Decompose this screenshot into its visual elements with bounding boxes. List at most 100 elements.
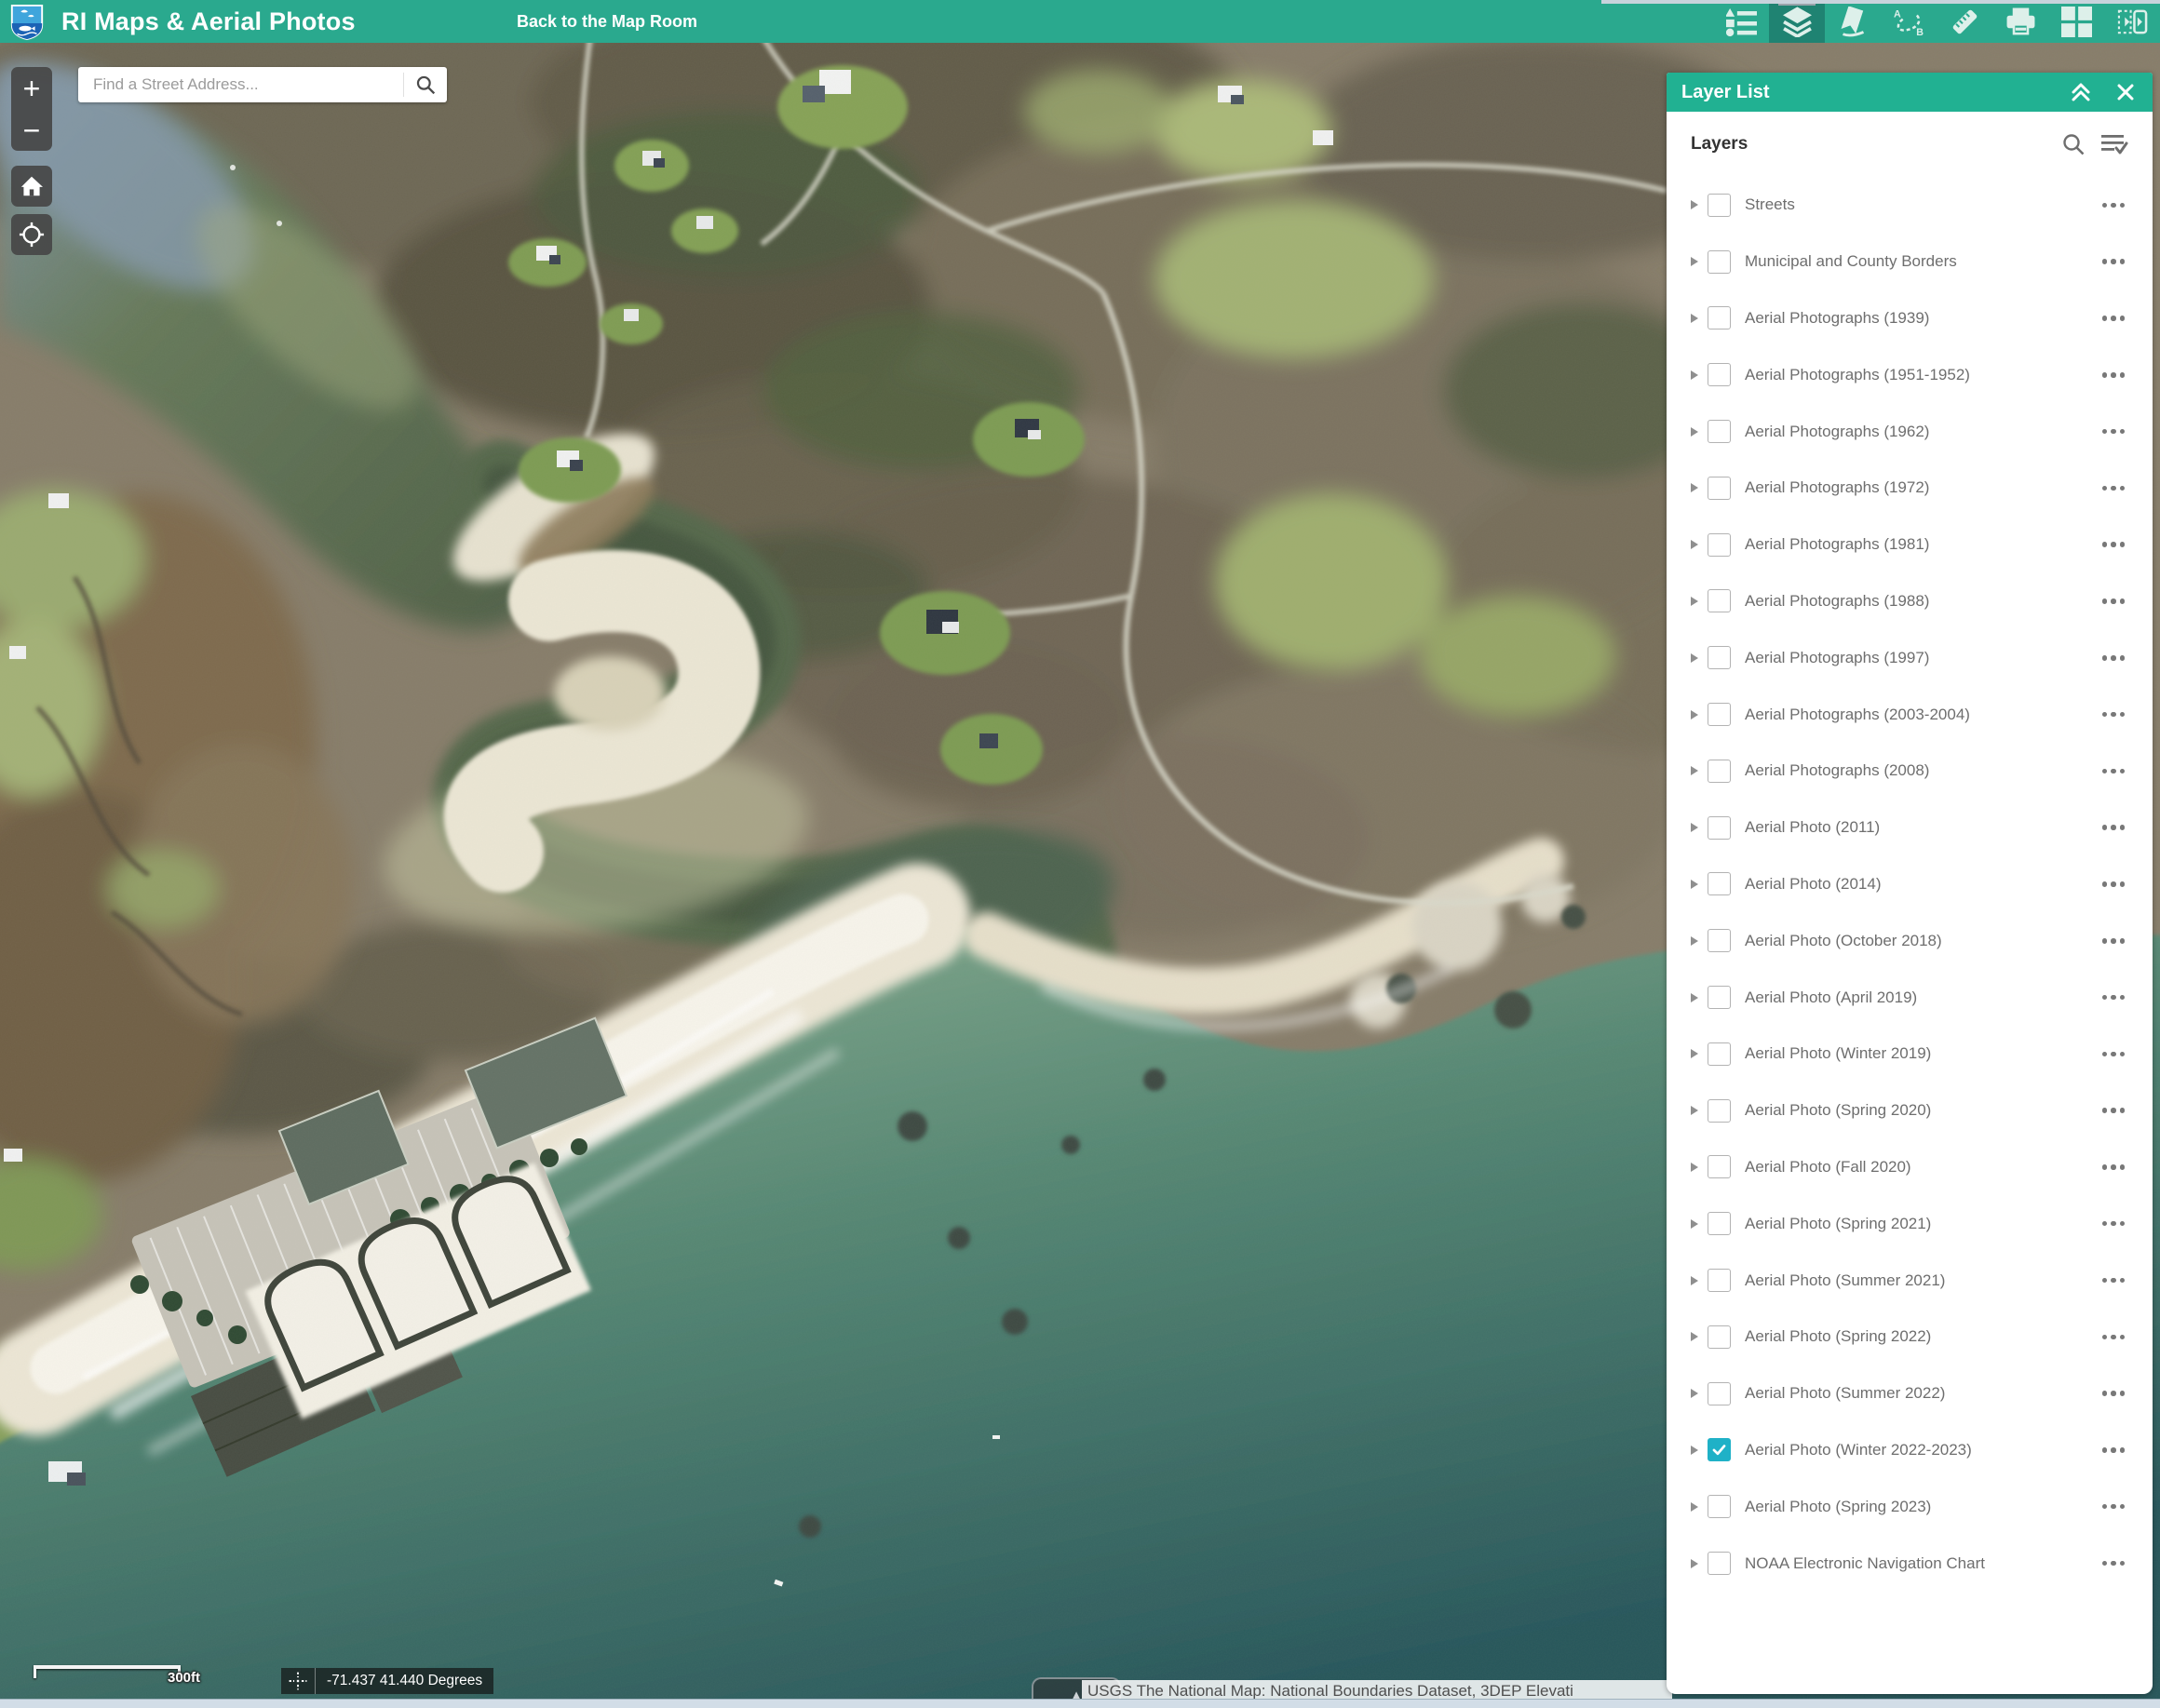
layer-options-button[interactable]: [2101, 316, 2125, 321]
search-input[interactable]: [91, 74, 403, 95]
expand-arrow-icon[interactable]: [1691, 823, 1698, 833]
expand-arrow-icon[interactable]: [1691, 426, 1698, 437]
swipe-tool-button[interactable]: [2104, 0, 2160, 43]
back-to-map-room-link[interactable]: Back to the Map Room: [517, 12, 697, 32]
layer-options-button[interactable]: [2101, 994, 2125, 1001]
layer-checkbox[interactable]: [1708, 1495, 1731, 1519]
layer-options-button[interactable]: [2101, 1560, 2125, 1567]
print-tool-button[interactable]: [1992, 0, 2048, 43]
basemap-gallery-tool-button[interactable]: [2048, 0, 2104, 43]
layer-label: Aerial Photo (Winter 2022-2023): [1745, 1440, 1972, 1459]
measure-tool-button[interactable]: [1937, 0, 1992, 43]
layer-checkbox[interactable]: [1708, 306, 1731, 330]
expand-arrow-icon[interactable]: [1691, 1162, 1698, 1172]
layer-checkbox[interactable]: [1708, 1155, 1731, 1179]
expand-arrow-icon[interactable]: [1691, 1275, 1698, 1285]
layer-checkbox[interactable]: [1708, 476, 1731, 500]
layer-options-button[interactable]: [2101, 202, 2125, 208]
layer-checkbox[interactable]: [1708, 1212, 1731, 1236]
close-panel-button[interactable]: [2113, 80, 2138, 104]
expand-arrow-icon[interactable]: [1691, 879, 1698, 889]
layer-options-button[interactable]: [2101, 1220, 2125, 1227]
zoom-in-button[interactable]: +: [11, 67, 52, 109]
draw-tool-button[interactable]: A B: [1881, 0, 1937, 43]
layer-checkbox[interactable]: [1708, 532, 1731, 557]
zoom-out-button[interactable]: −: [11, 109, 52, 151]
layer-checkbox[interactable]: [1708, 1042, 1731, 1066]
expand-arrow-icon[interactable]: [1691, 992, 1698, 1002]
expand-arrow-icon[interactable]: [1691, 200, 1698, 210]
expand-arrow-icon[interactable]: [1691, 596, 1698, 606]
expand-arrow-icon[interactable]: [1691, 1389, 1698, 1399]
layer-filter-button[interactable]: [2100, 130, 2128, 158]
layer-checkbox[interactable]: [1708, 1269, 1731, 1293]
layer-item: Aerial Photo (Winter 2019): [1667, 1026, 2153, 1083]
expand-arrow-icon[interactable]: [1691, 766, 1698, 776]
expand-arrow-icon[interactable]: [1691, 313, 1698, 323]
layer-options-button[interactable]: [2101, 881, 2125, 887]
layer-options-button[interactable]: [2101, 1164, 2125, 1170]
layer-checkbox[interactable]: [1708, 1552, 1731, 1576]
layer-options-button[interactable]: [2101, 711, 2125, 718]
expand-arrow-icon[interactable]: [1691, 1501, 1698, 1512]
home-button[interactable]: [11, 166, 52, 207]
expand-arrow-icon[interactable]: [1691, 1106, 1698, 1116]
expand-arrow-icon[interactable]: [1691, 1445, 1698, 1455]
layer-checkbox[interactable]: [1708, 363, 1731, 387]
layer-options-button[interactable]: [2101, 768, 2125, 774]
layer-checkbox[interactable]: [1708, 1098, 1731, 1123]
expand-arrow-icon[interactable]: [1691, 540, 1698, 550]
layer-options-button[interactable]: [2101, 938, 2125, 944]
expand-arrow-icon[interactable]: [1691, 1558, 1698, 1568]
search-button[interactable]: [403, 73, 447, 97]
layer-checkbox[interactable]: [1708, 193, 1731, 217]
crosshair-button[interactable]: [281, 1668, 316, 1694]
bookmark-tool-button[interactable]: [1825, 0, 1881, 43]
layer-label: Aerial Photographs (1997): [1745, 648, 1930, 666]
layer-options-button[interactable]: [2101, 1108, 2125, 1113]
layer-item: Aerial Photographs (1939): [1667, 290, 2153, 347]
layer-checkbox[interactable]: [1708, 986, 1731, 1010]
layer-checkbox[interactable]: [1708, 759, 1731, 783]
layer-options-button[interactable]: [2101, 825, 2125, 830]
layer-options-button[interactable]: [2101, 1447, 2125, 1453]
layer-item: Aerial Photographs (2008): [1667, 743, 2153, 800]
layer-options-button[interactable]: [2101, 1051, 2125, 1057]
expand-arrow-icon[interactable]: [1691, 483, 1698, 493]
locate-button[interactable]: [11, 214, 52, 255]
expand-arrow-icon[interactable]: [1691, 370, 1698, 380]
layer-checkbox[interactable]: [1708, 646, 1731, 670]
layer-checkbox[interactable]: [1708, 872, 1731, 896]
layer-checkbox[interactable]: [1708, 420, 1731, 444]
layer-list-tool-button[interactable]: [1769, 0, 1825, 43]
layer-options-button[interactable]: [2101, 372, 2125, 378]
layer-options-button[interactable]: [2101, 1277, 2125, 1284]
legend-tool-button[interactable]: [1713, 0, 1769, 43]
layer-checkbox[interactable]: [1708, 1381, 1731, 1405]
expand-arrow-icon[interactable]: [1691, 935, 1698, 946]
layer-options-button[interactable]: [2101, 259, 2125, 264]
layer-checkbox[interactable]: [1708, 1438, 1731, 1462]
layer-options-button[interactable]: [2101, 1391, 2125, 1396]
layer-options-button[interactable]: [2101, 428, 2125, 435]
expand-arrow-icon[interactable]: [1691, 1218, 1698, 1229]
expand-arrow-icon[interactable]: [1691, 1332, 1698, 1342]
layer-checkbox[interactable]: [1708, 815, 1731, 840]
layer-checkbox[interactable]: [1708, 249, 1731, 274]
layer-options-button[interactable]: [2101, 598, 2125, 604]
layer-options-button[interactable]: [2101, 1503, 2125, 1510]
collapse-panel-button[interactable]: [2069, 80, 2093, 104]
layer-checkbox[interactable]: [1708, 929, 1731, 953]
layer-checkbox[interactable]: [1708, 589, 1731, 613]
layer-checkbox[interactable]: [1708, 1325, 1731, 1349]
layer-options-button[interactable]: [2101, 655, 2125, 661]
layer-options-button[interactable]: [2101, 1334, 2125, 1340]
layer-options-button[interactable]: [2101, 542, 2125, 547]
expand-arrow-icon[interactable]: [1691, 709, 1698, 720]
expand-arrow-icon[interactable]: [1691, 652, 1698, 663]
layer-checkbox[interactable]: [1708, 703, 1731, 727]
expand-arrow-icon[interactable]: [1691, 1049, 1698, 1059]
layer-search-button[interactable]: [2059, 130, 2087, 158]
layer-options-button[interactable]: [2101, 485, 2125, 491]
expand-arrow-icon[interactable]: [1691, 257, 1698, 267]
